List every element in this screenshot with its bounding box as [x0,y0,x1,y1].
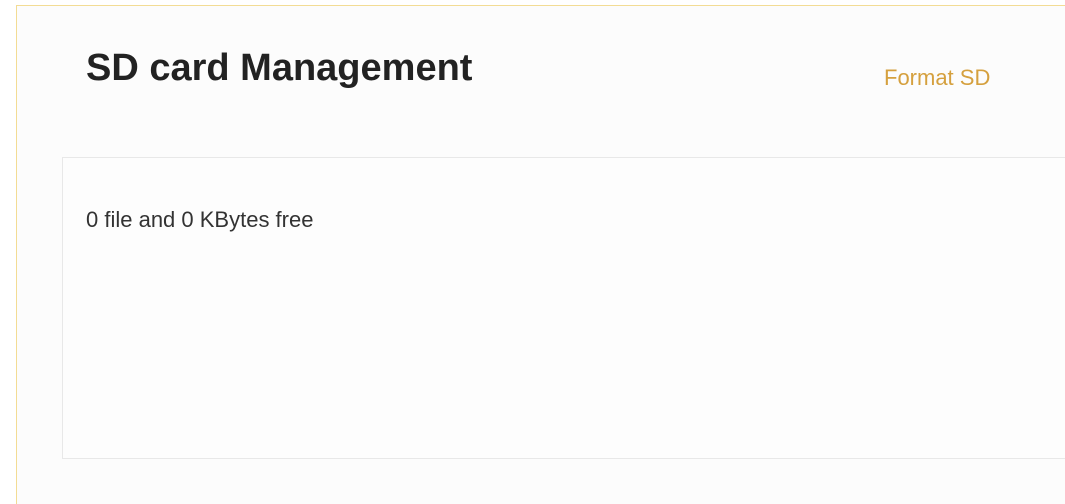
format-sd-button[interactable]: Format SD [884,64,990,92]
sd-card-content-panel [62,157,1065,459]
page-title: SD card Management [86,47,473,89]
storage-status-text: 0 file and 0 KBytes free [86,207,314,232]
